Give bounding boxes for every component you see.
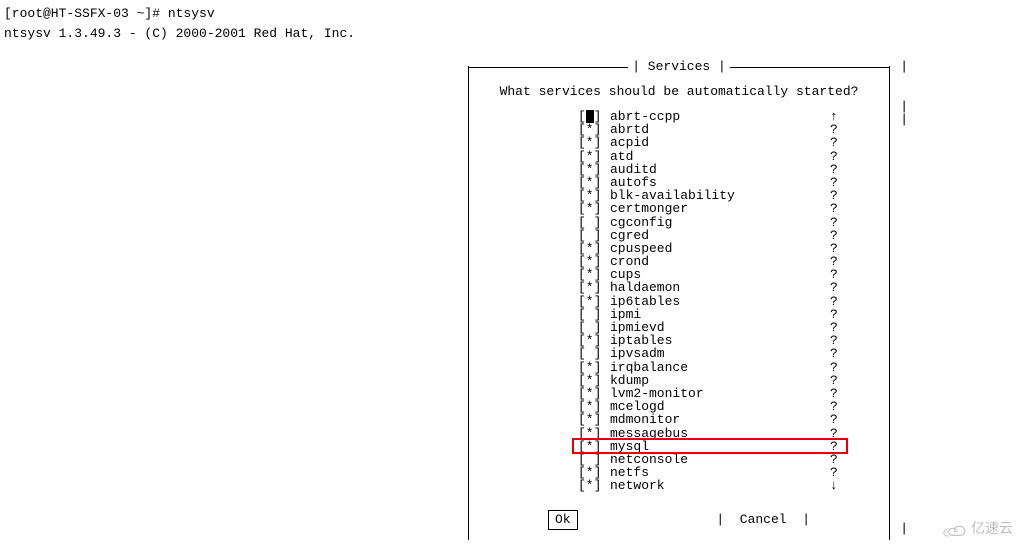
service-help-indicator: ? [830, 440, 850, 453]
service-row-cgred[interactable]: [ ] cgred? [578, 229, 850, 242]
service-row-certmonger[interactable]: [*] certmonger? [578, 202, 850, 215]
service-help-indicator: ? [830, 216, 850, 229]
terminal-line-1: [root@HT-SSFX-03 ~]# ntsysv [4, 4, 1021, 24]
service-name-label: cgconfig [610, 216, 830, 229]
service-checkbox[interactable]: [ ] [578, 216, 610, 229]
dialog-buttons: Ok | Cancel | [468, 510, 890, 530]
service-row-mdmonitor[interactable]: [*] mdmonitor? [578, 413, 850, 426]
ok-button[interactable]: Ok [548, 510, 578, 530]
service-name-label: crond [610, 255, 830, 268]
service-row-mysql[interactable]: [*] mysql? [578, 440, 850, 453]
service-checkbox[interactable]: [ ] [578, 347, 610, 360]
service-name-label: ip6tables [610, 295, 830, 308]
service-checkbox[interactable]: [*] [578, 281, 610, 294]
service-row-acpid[interactable]: [*] acpid? [578, 136, 850, 149]
service-name-label: atd [610, 150, 830, 163]
service-name-label: mdmonitor [610, 413, 830, 426]
dialog-title: | Services | [628, 57, 730, 77]
service-help-indicator: ? [830, 427, 850, 440]
service-name-label: haldaemon [610, 281, 830, 294]
service-row-irqbalance[interactable]: [*] irqbalance? [578, 361, 850, 374]
service-help-indicator: ? [830, 347, 850, 360]
service-row-auditd[interactable]: [*] auditd? [578, 163, 850, 176]
outer-frame-pipes: |||| [900, 60, 908, 535]
dialog-prompt: What services should be automatically st… [468, 82, 890, 102]
service-help-indicator: ? [830, 413, 850, 426]
service-help-indicator: ? [830, 229, 850, 242]
service-help-indicator: ? [830, 281, 850, 294]
service-help-indicator: ? [830, 295, 850, 308]
service-checkbox[interactable]: [*] [578, 150, 610, 163]
terminal-line-2: ntsysv 1.3.49.3 - (C) 2000-2001 Red Hat,… [4, 24, 1021, 44]
watermark-text: 亿速云 [971, 518, 1013, 540]
service-checkbox[interactable]: [*] [578, 427, 610, 440]
service-help-indicator: ? [830, 163, 850, 176]
service-help-indicator: ↓ [830, 479, 850, 492]
dialog-frame-left [468, 66, 469, 540]
service-checkbox[interactable]: [*] [578, 361, 610, 374]
service-row-atd[interactable]: [*] atd? [578, 150, 850, 163]
service-name-label: kdump [610, 374, 830, 387]
service-help-indicator: ? [830, 136, 850, 149]
cloud-icon [939, 520, 967, 538]
service-name-label: auditd [610, 163, 830, 176]
service-checkbox[interactable]: [*] [578, 374, 610, 387]
service-name-label: network [610, 479, 830, 492]
service-help-indicator: ? [830, 361, 850, 374]
service-checkbox[interactable]: [ ] [578, 229, 610, 242]
service-help-indicator: ? [830, 150, 850, 163]
service-checkbox[interactable]: [*] [578, 440, 610, 453]
service-checkbox[interactable]: [*] [578, 295, 610, 308]
service-help-indicator: ? [830, 374, 850, 387]
service-row-haldaemon[interactable]: [*] haldaemon? [578, 281, 850, 294]
service-name-label: ipvsadm [610, 347, 830, 360]
service-checkbox[interactable]: [*] [578, 413, 610, 426]
services-dialog: | Services | What services should be aut… [468, 60, 890, 540]
watermark: 亿速云 [939, 518, 1013, 540]
services-list[interactable]: [*] abrt-ccpp↑[*] abrtd?[*] acpid?[*] at… [578, 110, 850, 492]
service-row-kdump[interactable]: [*] kdump? [578, 374, 850, 387]
service-name-label: mysql [610, 440, 830, 453]
service-row-ip6tables[interactable]: [*] ip6tables? [578, 295, 850, 308]
service-checkbox[interactable]: [*] [578, 479, 610, 492]
service-name-label: messagebus [610, 427, 830, 440]
service-row-network[interactable]: [*] network↓ [578, 479, 850, 492]
service-checkbox[interactable]: [*] [578, 163, 610, 176]
service-name-label: certmonger [610, 202, 830, 215]
service-row-messagebus[interactable]: [*] messagebus? [578, 427, 850, 440]
cancel-button[interactable]: | Cancel | [716, 510, 810, 530]
dialog-frame-right [889, 66, 890, 540]
service-row-cgconfig[interactable]: [ ] cgconfig? [578, 216, 850, 229]
service-help-indicator: ? [830, 202, 850, 215]
service-row-ipvsadm[interactable]: [ ] ipvsadm? [578, 347, 850, 360]
service-checkbox[interactable]: [*] [578, 202, 610, 215]
service-name-label: irqbalance [610, 361, 830, 374]
terminal-output: [root@HT-SSFX-03 ~]# ntsysv ntsysv 1.3.4… [0, 0, 1021, 44]
service-name-label: acpid [610, 136, 830, 149]
service-checkbox[interactable]: [*] [578, 136, 610, 149]
dialog-frame-top: | Services | [468, 60, 890, 74]
service-name-label: cgred [610, 229, 830, 242]
